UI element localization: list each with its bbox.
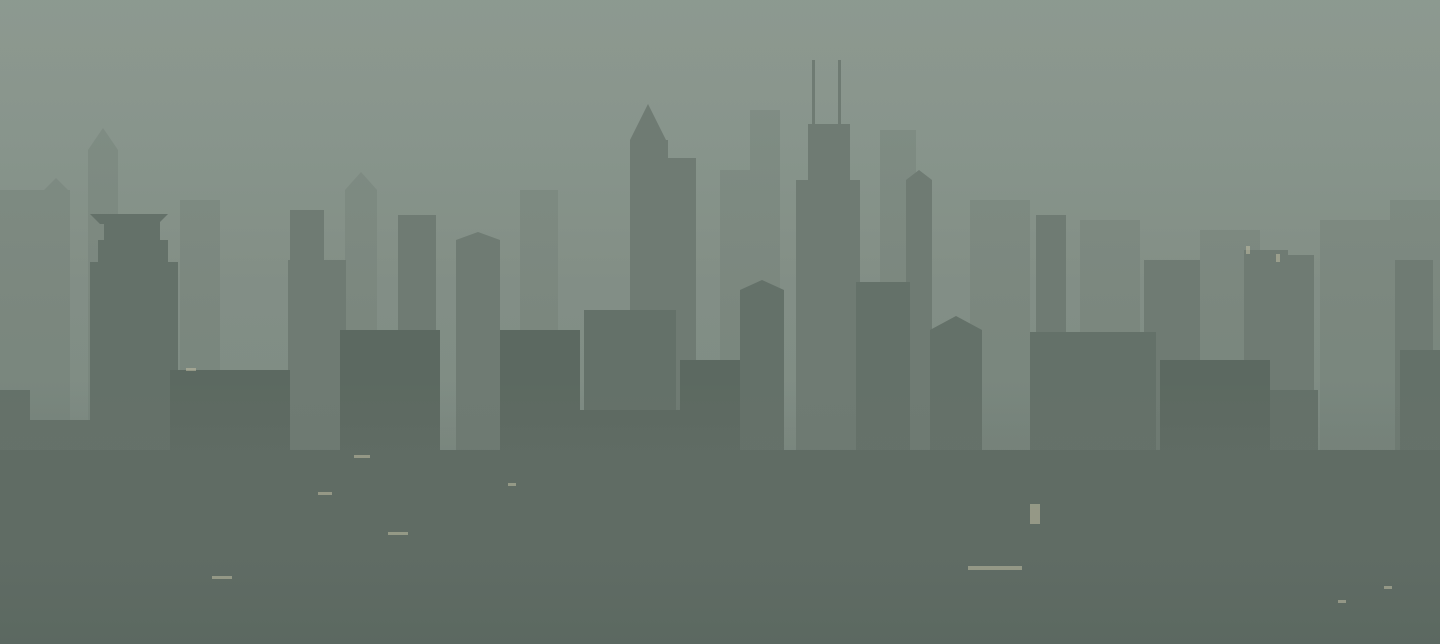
haze-layer-top <box>0 0 1440 644</box>
hazy-skyline-photo <box>0 0 1440 644</box>
skyline-illustration <box>0 0 1440 644</box>
